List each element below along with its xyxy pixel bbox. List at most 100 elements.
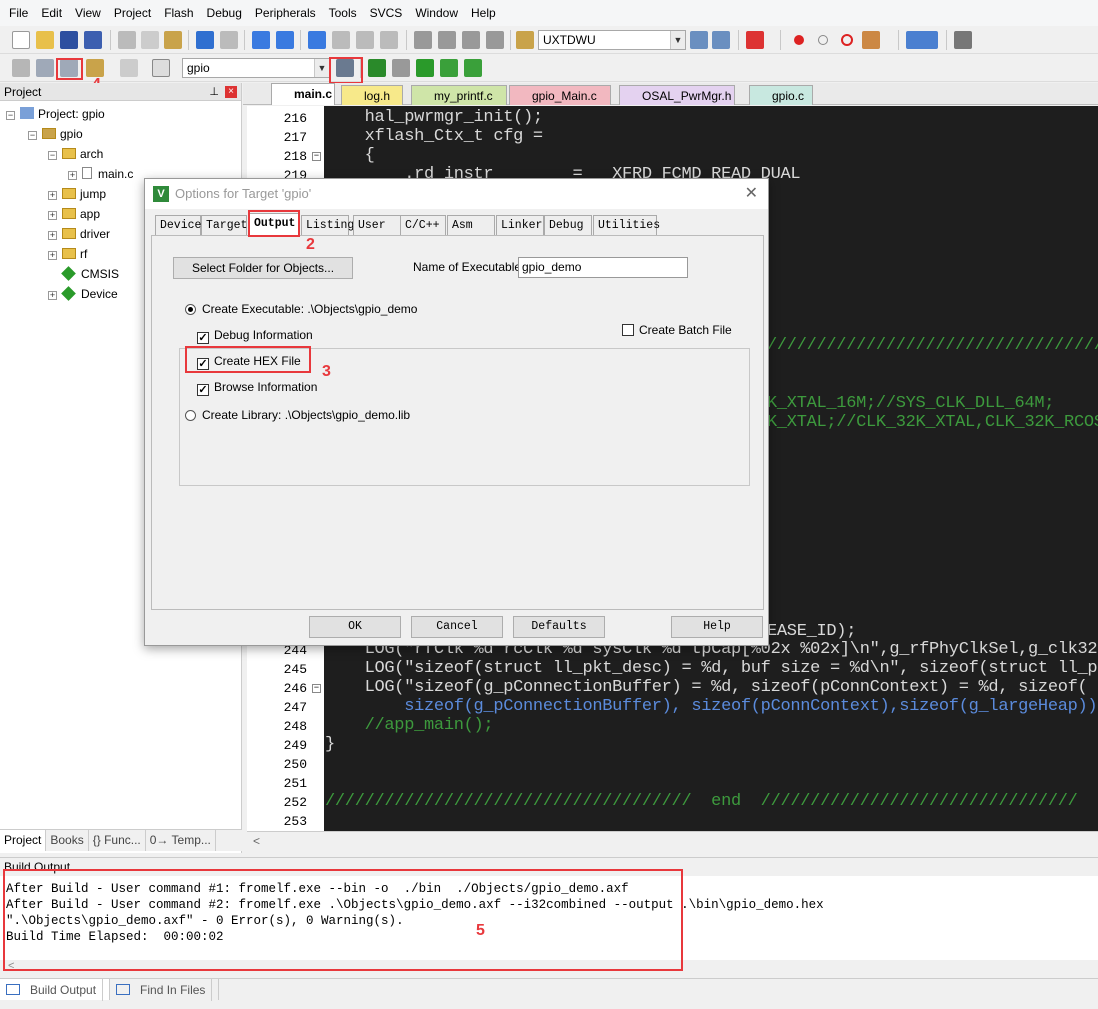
stop-build-icon[interactable] bbox=[120, 59, 138, 77]
debug-information-checkbox[interactable]: ✓ Debug Information bbox=[197, 328, 313, 344]
kill-breakpoints-icon[interactable] bbox=[862, 31, 880, 49]
tree-root[interactable]: − Project: gpio bbox=[6, 105, 105, 123]
tab-books[interactable]: Books bbox=[46, 830, 89, 851]
fold-marker-icon[interactable]: − bbox=[312, 152, 321, 161]
tab-functions[interactable]: {} Func... bbox=[89, 830, 146, 851]
menu-view[interactable]: View bbox=[70, 6, 109, 20]
tab-gpio-c[interactable]: gpio.c bbox=[749, 85, 813, 105]
configure-icon[interactable] bbox=[954, 31, 972, 49]
uncomment-icon[interactable] bbox=[486, 31, 504, 49]
disable-breakpoint-icon[interactable] bbox=[814, 31, 832, 49]
chevron-down-icon[interactable]: ▼ bbox=[314, 59, 329, 77]
tree-group-device[interactable]: + Device bbox=[48, 285, 118, 303]
scroll-left-icon[interactable]: < bbox=[253, 834, 260, 848]
pin-icon[interactable]: ⊥ bbox=[209, 83, 219, 101]
prev-bookmark-icon[interactable] bbox=[332, 31, 350, 49]
menu-file[interactable]: File bbox=[4, 6, 36, 20]
find-in-files-icon[interactable] bbox=[516, 31, 534, 49]
nav-back-icon[interactable] bbox=[252, 31, 270, 49]
menu-peripherals[interactable]: Peripherals bbox=[250, 6, 324, 20]
indent-icon[interactable] bbox=[414, 31, 432, 49]
fold-marker-icon[interactable]: − bbox=[312, 684, 321, 693]
redo-icon[interactable] bbox=[220, 31, 238, 49]
find-icon[interactable] bbox=[690, 31, 708, 49]
tab-listing[interactable]: Listing bbox=[301, 215, 354, 235]
tab-target[interactable]: Target bbox=[201, 215, 247, 235]
manage-components-icon[interactable] bbox=[368, 59, 386, 77]
tab-osal-pwrmgr-h[interactable]: OSAL_PwrMgr.h bbox=[619, 85, 735, 105]
tree-group-rf[interactable]: + rf bbox=[48, 245, 87, 263]
tab-debug[interactable]: Debug bbox=[544, 215, 592, 235]
bookmark-icon[interactable] bbox=[308, 31, 326, 49]
build-icon[interactable] bbox=[36, 59, 54, 77]
create-library-radio[interactable]: Create Library: .\Objects\gpio_demo.lib bbox=[185, 408, 410, 424]
tab-my-printf-c[interactable]: my_printf.c bbox=[411, 85, 507, 105]
comment-icon[interactable] bbox=[462, 31, 480, 49]
copy-icon[interactable] bbox=[141, 31, 159, 49]
tab-log-h[interactable]: log.h bbox=[341, 85, 403, 105]
tree-group-driver[interactable]: + driver bbox=[48, 225, 110, 243]
menu-window[interactable]: Window bbox=[410, 6, 466, 20]
menu-edit[interactable]: Edit bbox=[36, 6, 70, 20]
create-executable-radio[interactable]: Create Executable: .\Objects\gpio_demo bbox=[185, 302, 417, 318]
chevron-down-icon[interactable]: ▼ bbox=[670, 31, 685, 49]
menu-flash[interactable]: Flash bbox=[159, 6, 201, 20]
tab-build-output[interactable]: Build Output bbox=[0, 979, 111, 1001]
save-icon[interactable] bbox=[60, 31, 78, 49]
tab-main-c[interactable]: main.c bbox=[271, 83, 335, 105]
batch-build-icon[interactable] bbox=[86, 59, 104, 77]
menu-help[interactable]: Help bbox=[466, 6, 504, 20]
debug-session-icon[interactable] bbox=[746, 31, 764, 49]
ok-button[interactable]: OK bbox=[309, 616, 401, 638]
tree-group-app[interactable]: + app bbox=[48, 205, 100, 223]
tree-group-cmsis[interactable]: CMSIS bbox=[61, 265, 119, 283]
menu-tools[interactable]: Tools bbox=[324, 6, 365, 20]
cancel-button[interactable]: Cancel bbox=[411, 616, 503, 638]
tab-device[interactable]: Device bbox=[155, 215, 201, 235]
disable-all-breakpoints-icon[interactable] bbox=[838, 31, 856, 49]
translate-icon[interactable] bbox=[12, 59, 30, 77]
executable-name-input[interactable]: gpio_demo bbox=[518, 257, 688, 278]
browse-information-checkbox[interactable]: ✓ Browse Information bbox=[197, 380, 317, 396]
tree-group-arch[interactable]: − arch bbox=[48, 145, 103, 163]
tree-file-main-c[interactable]: + main.c bbox=[68, 165, 133, 183]
undo-icon[interactable] bbox=[196, 31, 214, 49]
cut-icon[interactable] bbox=[118, 31, 136, 49]
tab-linker[interactable]: Linker bbox=[496, 215, 544, 235]
breakpoint-icon[interactable] bbox=[790, 31, 808, 49]
load-download-icon[interactable] bbox=[152, 59, 170, 77]
tab-asm[interactable]: Asm bbox=[447, 215, 495, 235]
tree-target-gpio[interactable]: − gpio bbox=[28, 125, 83, 143]
menu-svcs[interactable]: SVCS bbox=[365, 6, 411, 20]
tab-c-cpp[interactable]: C/C++ bbox=[400, 215, 446, 235]
select-software-packs-icon[interactable] bbox=[440, 59, 458, 77]
run-time-environment-icon[interactable] bbox=[416, 59, 434, 77]
create-batch-file-checkbox[interactable]: Create Batch File bbox=[622, 323, 732, 339]
tab-find-in-files[interactable]: Find In Files bbox=[110, 979, 220, 1001]
menu-project[interactable]: Project bbox=[109, 6, 159, 20]
file-extensions-icon[interactable] bbox=[392, 59, 410, 77]
tree-group-jump[interactable]: + jump bbox=[48, 185, 106, 203]
open-folder-icon[interactable] bbox=[36, 31, 54, 49]
tab-project[interactable]: Project bbox=[0, 830, 47, 851]
tab-user[interactable]: User bbox=[353, 215, 401, 235]
next-bookmark-icon[interactable] bbox=[356, 31, 374, 49]
find-combo[interactable]: UXTDWU ▼ bbox=[538, 30, 686, 50]
defaults-button[interactable]: Defaults bbox=[513, 616, 605, 638]
help-button[interactable]: Help bbox=[671, 616, 763, 638]
editor-hscrollbar[interactable]: < bbox=[247, 831, 1098, 851]
close-icon[interactable]: × bbox=[225, 86, 237, 98]
clear-bookmarks-icon[interactable] bbox=[380, 31, 398, 49]
tab-utilities[interactable]: Utilities bbox=[593, 215, 660, 235]
menu-debug[interactable]: Debug bbox=[202, 6, 250, 20]
close-icon[interactable]: ✕ bbox=[745, 179, 758, 209]
select-folder-button[interactable]: Select Folder for Objects... bbox=[173, 257, 353, 279]
incremental-find-icon[interactable] bbox=[712, 31, 730, 49]
new-file-icon[interactable] bbox=[12, 31, 30, 49]
paste-icon[interactable] bbox=[164, 31, 182, 49]
nav-forward-icon[interactable] bbox=[276, 31, 294, 49]
pack-installer-icon[interactable] bbox=[464, 59, 482, 77]
unindent-icon[interactable] bbox=[438, 31, 456, 49]
save-all-icon[interactable] bbox=[84, 31, 102, 49]
window-layout-icon[interactable] bbox=[906, 31, 938, 49]
